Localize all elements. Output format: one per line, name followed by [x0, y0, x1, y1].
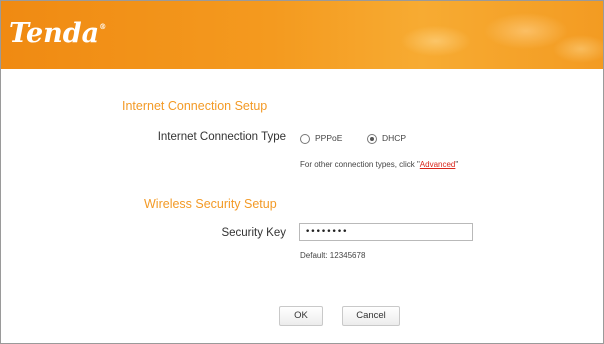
cancel-button[interactable]: Cancel	[342, 306, 400, 326]
connection-type-label: Internet Connection Type	[157, 131, 286, 143]
internet-section-title: Internet Connection Setup	[122, 99, 268, 113]
pppoe-radio-label[interactable]: PPPoE	[315, 133, 342, 143]
dhcp-radio-label[interactable]: DHCP	[382, 133, 406, 143]
security-key-label: Security Key	[221, 227, 286, 239]
header-decoration	[396, 1, 603, 69]
security-key-input[interactable]	[299, 223, 473, 241]
dhcp-radio[interactable]	[367, 134, 377, 144]
wireless-section-title: Wireless Security Setup	[144, 197, 277, 211]
ok-button[interactable]: OK	[279, 306, 323, 326]
pppoe-radio[interactable]	[300, 134, 310, 144]
default-key-hint: Default: 12345678	[300, 251, 366, 260]
other-types-note: For other connection types, click "Advan…	[300, 160, 459, 169]
router-setup-window: Tenda® Internet Connection Setup Interne…	[0, 0, 604, 344]
tenda-logo: Tenda®	[9, 18, 107, 49]
brand-header: Tenda®	[1, 1, 603, 69]
advanced-link[interactable]: Advanced	[420, 160, 456, 169]
